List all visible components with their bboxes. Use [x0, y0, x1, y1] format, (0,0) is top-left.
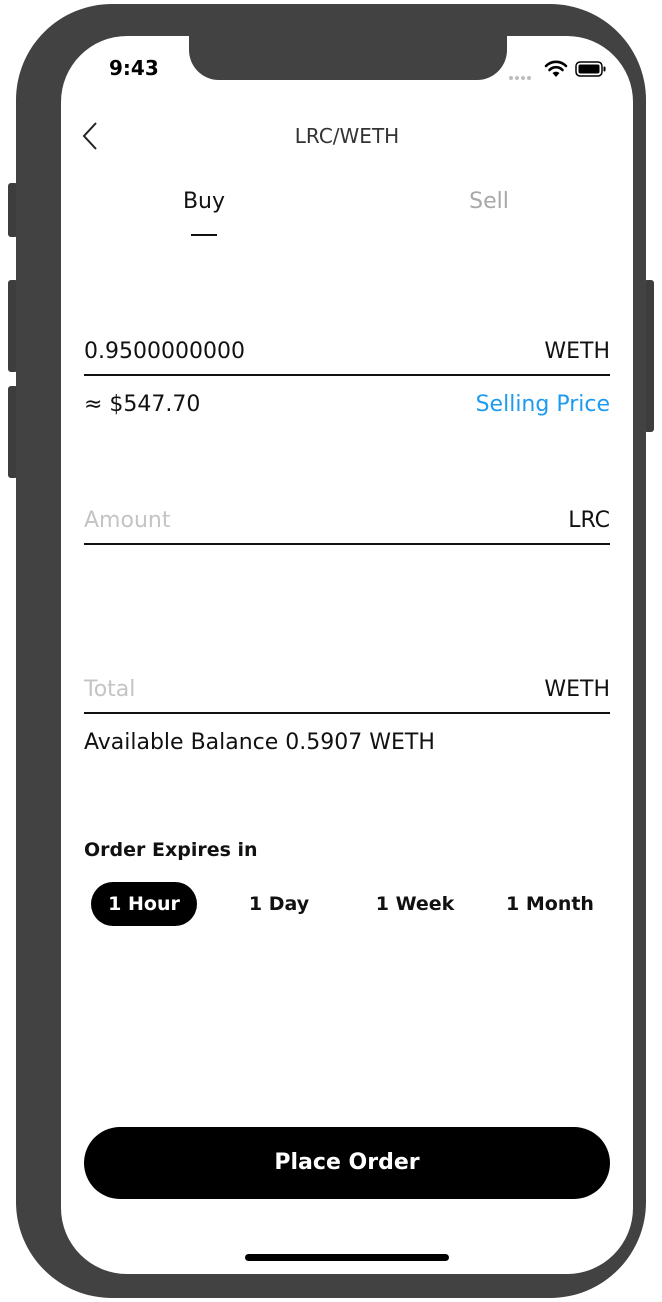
home-indicator	[245, 1254, 449, 1261]
wifi-icon	[544, 60, 568, 77]
order-expires-label: Order Expires in	[84, 839, 258, 861]
phone-frame: 9:43 LRC/WETH Buy Sell 0.9500000000 WETH	[16, 4, 646, 1298]
price-input[interactable]: 0.9500000000	[84, 339, 245, 364]
battery-icon	[575, 61, 606, 77]
price-underline	[84, 374, 610, 376]
app-screen: 9:43 LRC/WETH Buy Sell 0.9500000000 WETH	[61, 36, 633, 1274]
total-input[interactable]: Total	[84, 677, 135, 702]
notch	[189, 36, 507, 80]
price-unit: WETH	[544, 339, 610, 364]
amount-unit: LRC	[568, 508, 610, 533]
signal-dots-icon	[509, 65, 535, 80]
expiry-option-1-hour[interactable]: 1 Hour	[91, 882, 197, 926]
tab-sell[interactable]: Sell	[429, 189, 549, 214]
price-field[interactable]: 0.9500000000 WETH	[84, 332, 610, 376]
usd-estimate: ≈ $547.70	[84, 392, 201, 417]
place-order-button[interactable]: Place Order	[84, 1127, 610, 1199]
expiry-option-1-month[interactable]: 1 Month	[493, 882, 607, 926]
expiry-option-1-day[interactable]: 1 Day	[231, 882, 327, 926]
amount-underline	[84, 543, 610, 545]
status-time: 9:43	[109, 56, 159, 80]
active-tab-indicator	[191, 234, 217, 236]
tab-buy[interactable]: Buy	[144, 189, 264, 214]
total-field[interactable]: Total WETH	[84, 670, 610, 714]
expiry-option-1-week[interactable]: 1 Week	[359, 882, 471, 926]
total-underline	[84, 712, 610, 714]
available-balance: Available Balance 0.5907 WETH	[84, 730, 435, 755]
total-unit: WETH	[544, 677, 610, 702]
amount-field[interactable]: Amount LRC	[84, 501, 610, 545]
selling-price-link[interactable]: Selling Price	[476, 392, 610, 417]
amount-input[interactable]: Amount	[84, 508, 170, 533]
page-title: LRC/WETH	[294, 124, 400, 148]
